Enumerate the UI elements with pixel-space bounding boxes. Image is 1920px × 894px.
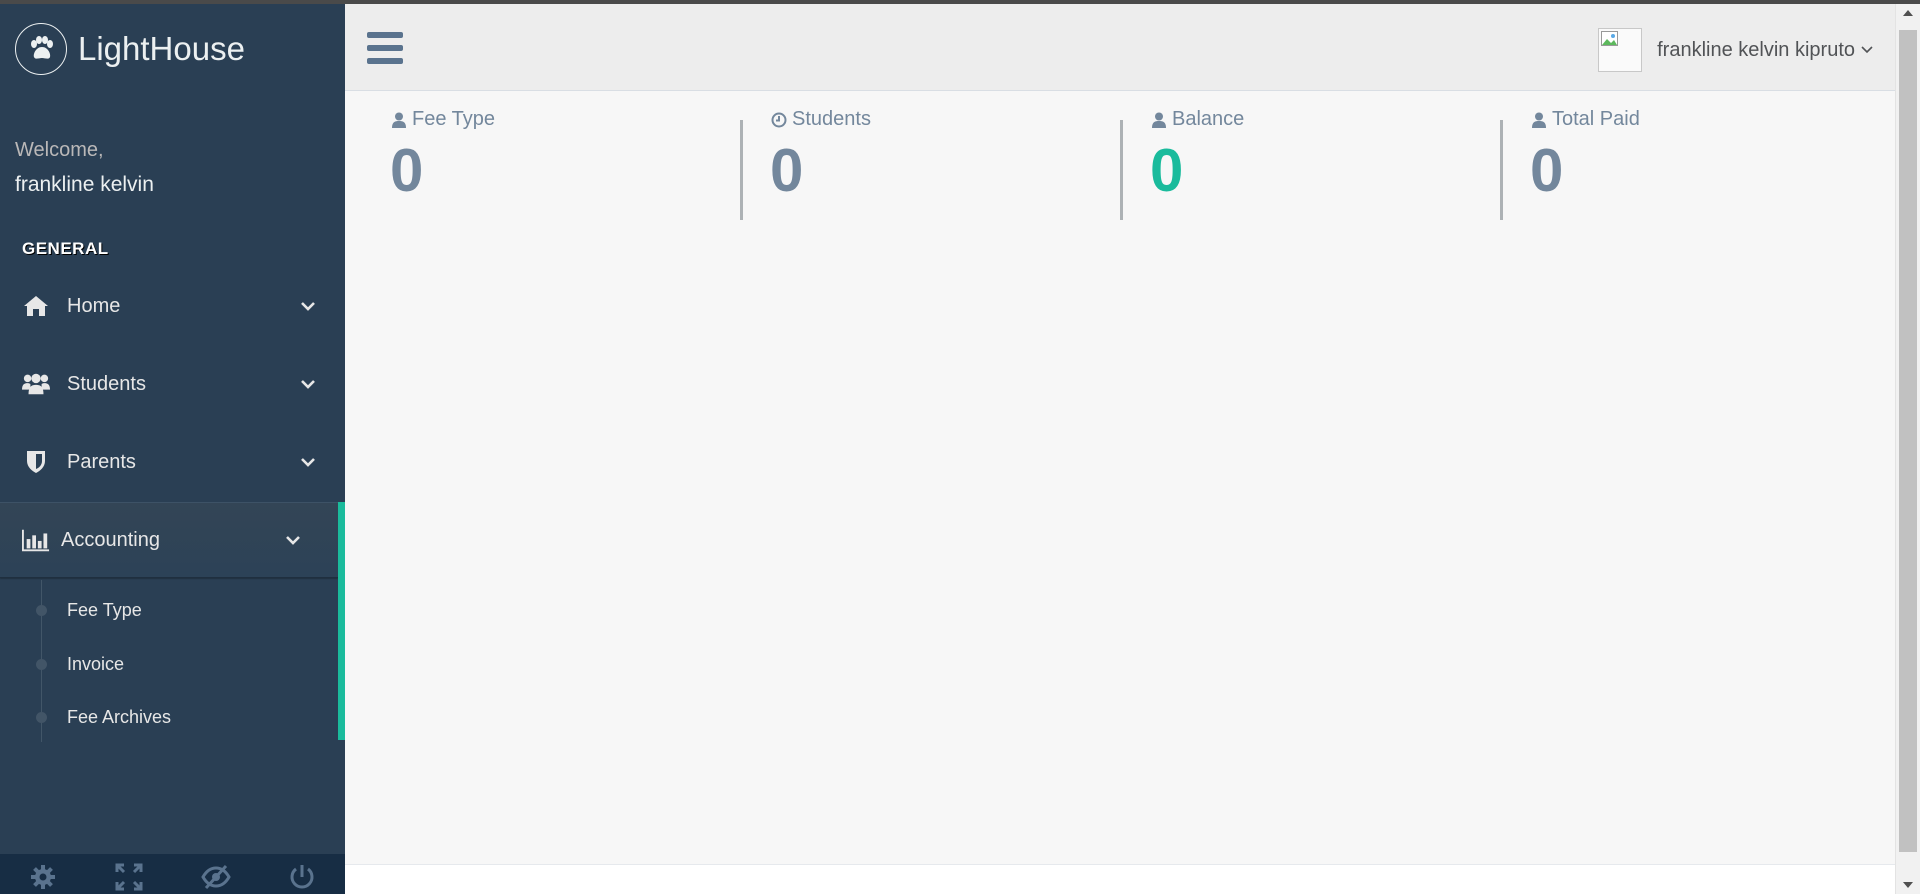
submenu-item-invoice[interactable]: Invoice: [0, 638, 338, 691]
scroll-down-arrow-icon[interactable]: [1903, 882, 1913, 888]
bullet-dot: [36, 712, 47, 723]
active-indicator: [338, 502, 345, 740]
chevron-down-icon: [284, 531, 302, 549]
sidebar-item-label: Students: [67, 372, 146, 395]
bullet-dot: [36, 605, 47, 616]
stat-tile-students: Students 0: [770, 106, 1100, 222]
bullet-dot: [36, 659, 47, 670]
welcome-text: Welcome,: [15, 139, 104, 161]
sidebar-footer: [0, 854, 345, 894]
sidebar-item-label: Home: [67, 294, 121, 317]
chevron-down-icon: [299, 297, 317, 315]
user-icon: [390, 111, 408, 129]
section-title-general: GENERAL: [22, 239, 109, 258]
menu-toggle-button[interactable]: [367, 32, 403, 64]
stat-divider: [740, 120, 743, 220]
user-full-name: frankline kelvin kipruto: [1657, 38, 1855, 61]
sidebar-item-parents[interactable]: Parents: [0, 424, 345, 500]
stat-tile-fee-type: Fee Type 0: [390, 106, 720, 222]
user-icon: [1530, 111, 1548, 129]
brand-name: LightHouse: [78, 30, 245, 67]
fullscreen-icon: [115, 863, 143, 894]
sidebar-item-label: Accounting: [61, 528, 160, 551]
stat-label: Total Paid: [1530, 108, 1640, 131]
scroll-up-arrow-icon[interactable]: [1903, 10, 1913, 16]
stat-label-text: Students: [792, 108, 871, 130]
stat-value: 0: [1530, 137, 1564, 204]
stat-label: Balance: [1150, 108, 1244, 131]
sidebar-item-students[interactable]: Students: [0, 346, 345, 422]
submenu-item-fee-archives[interactable]: Fee Archives: [0, 691, 338, 744]
stat-divider: [1120, 120, 1123, 220]
page-footer: [345, 864, 1895, 894]
sidebar-item-home[interactable]: Home: [0, 268, 345, 344]
user-icon: [1150, 111, 1168, 129]
brand[interactable]: LightHouse: [15, 23, 245, 75]
home-icon: [22, 292, 50, 320]
scrollbar-thumb[interactable]: [1899, 30, 1917, 852]
chevron-down-icon: [1861, 41, 1873, 59]
eye-slash-icon: [200, 864, 231, 894]
sidebar-item-label: Parents: [67, 450, 136, 473]
window-top-border: [0, 0, 1920, 4]
user-profile-dropdown[interactable]: frankline kelvin kipruto: [1598, 28, 1873, 72]
bar-chart-icon: [22, 526, 50, 554]
welcome-user-name: frankline kelvin: [15, 173, 154, 196]
hamburger-bar: [367, 58, 403, 64]
stat-label-text: Total Paid: [1552, 108, 1640, 130]
submenu-item-fee-type[interactable]: Fee Type: [0, 584, 338, 637]
users-icon: [22, 370, 50, 398]
stat-label-text: Balance: [1172, 108, 1245, 130]
shield-icon: [22, 448, 50, 476]
hamburger-bar: [367, 45, 403, 51]
logout-button[interactable]: [259, 854, 345, 894]
paw-icon: [15, 23, 67, 75]
power-icon: [288, 863, 316, 894]
chevron-down-icon: [299, 375, 317, 393]
gear-icon: [30, 864, 56, 894]
stat-tile-balance: Balance 0: [1150, 106, 1480, 222]
avatar: [1598, 28, 1643, 72]
clock-icon: [770, 111, 788, 129]
submenu-item-label: Fee Type: [67, 600, 142, 620]
sidebar: LightHouse Welcome, frankline kelvin GEN…: [0, 4, 345, 894]
lock-screen-button[interactable]: [173, 854, 259, 894]
stat-label: Students: [770, 108, 871, 131]
sidebar-item-accounting[interactable]: Accounting: [0, 502, 338, 578]
stat-value: 0: [770, 137, 804, 204]
stat-label-text: Fee Type: [412, 108, 496, 130]
submenu-item-label: Invoice: [67, 654, 125, 674]
top-navbar: frankline kelvin kipruto: [345, 4, 1895, 91]
settings-button[interactable]: [0, 854, 86, 894]
stat-divider: [1500, 120, 1503, 220]
stat-value: 0: [1150, 137, 1184, 204]
submenu-item-label: Fee Archives: [67, 707, 172, 727]
hamburger-bar: [367, 32, 403, 38]
stat-value: 0: [390, 137, 424, 204]
broken-image-icon: [1601, 31, 1619, 46]
fullscreen-button[interactable]: [86, 854, 172, 894]
chevron-down-icon: [299, 453, 317, 471]
stat-label: Fee Type: [390, 108, 495, 131]
stat-tile-total-paid: Total Paid 0: [1530, 106, 1860, 222]
page-scrollbar[interactable]: [1895, 4, 1920, 894]
